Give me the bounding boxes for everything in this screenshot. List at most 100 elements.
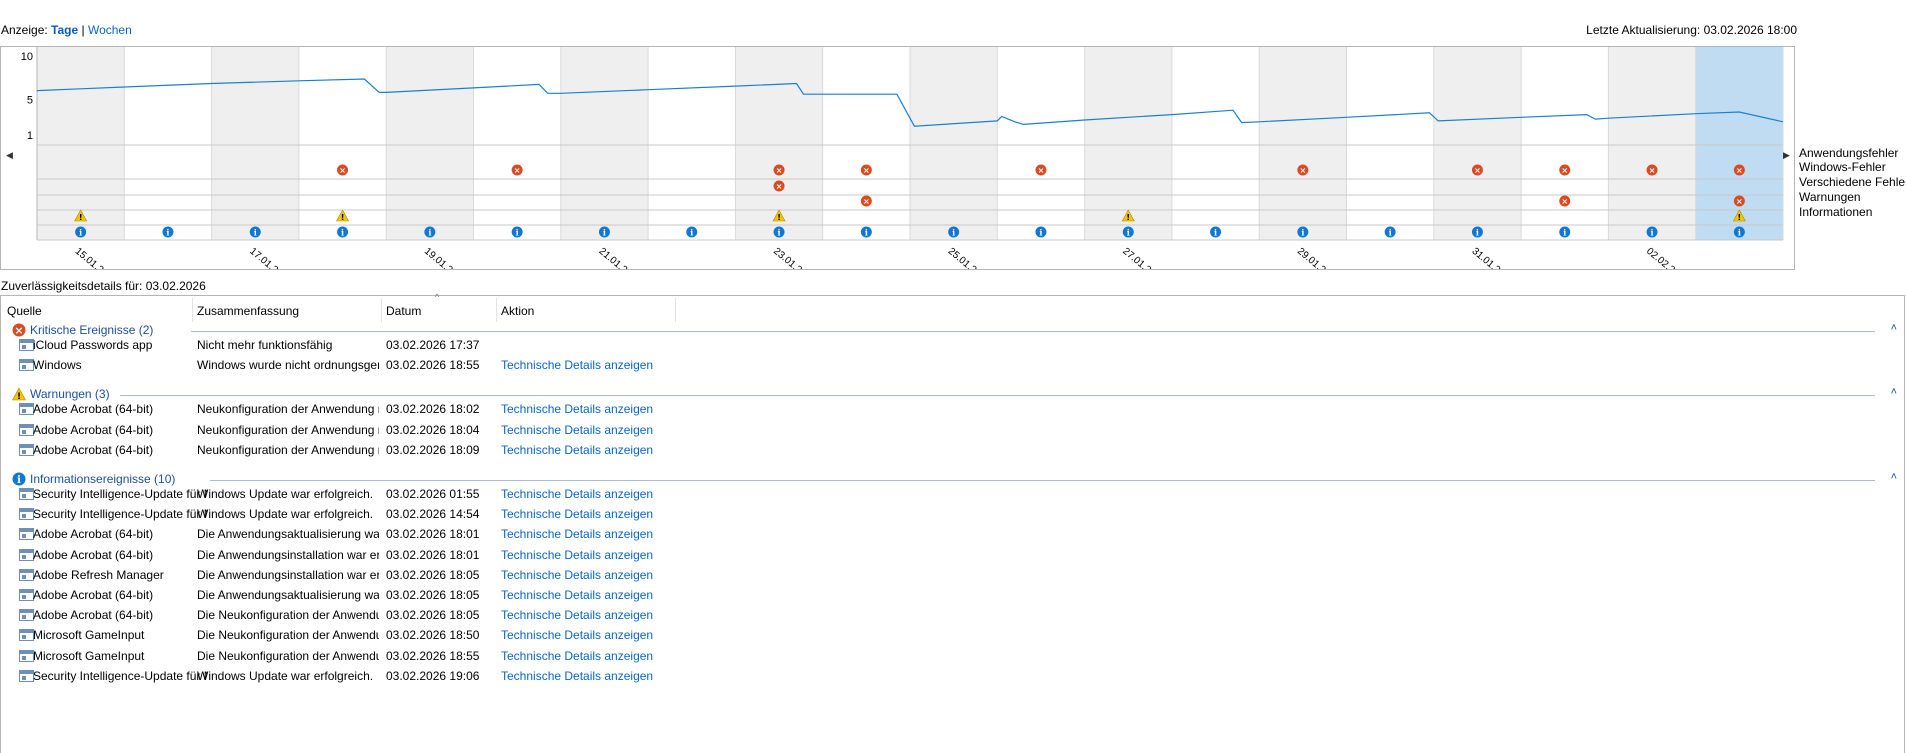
column-header-summary[interactable]: Zusammenfassung	[197, 304, 299, 318]
application-icon	[19, 359, 34, 372]
error-marker-glyph: ×	[1649, 166, 1656, 175]
error-marker-glyph: ×	[776, 166, 783, 175]
technical-details-link[interactable]: Technische Details anzeigen	[501, 443, 653, 457]
technical-details-link[interactable]: Technische Details anzeigen	[501, 423, 653, 437]
table-row[interactable]: Security Intelligence-Update für M... Win…	[1, 666, 1881, 686]
table-row[interactable]: Adobe Acrobat (64-bit) Die Anwendungsinst…	[1, 545, 1881, 565]
day-column	[1346, 47, 1434, 240]
cell-source: Adobe Acrobat (64-bit)	[33, 547, 154, 562]
group-divider-line	[190, 331, 1875, 332]
error-marker-glyph: ×	[1736, 166, 1743, 175]
day-column	[910, 47, 998, 240]
table-row[interactable]: Adobe Acrobat (64-bit) Neukonfiguration d…	[1, 440, 1881, 460]
technical-details-link[interactable]: Technische Details anzeigen	[501, 527, 653, 541]
collapse-chevron-icon[interactable]: ˄	[1891, 322, 1897, 334]
info-marker-glyph: i	[1301, 228, 1304, 238]
technical-details-link[interactable]: Technische Details anzeigen	[501, 628, 653, 642]
column-header-action[interactable]: Aktion	[501, 304, 534, 318]
application-icon	[19, 589, 34, 601]
table-row[interactable]: iCloud Passwords app Nicht mehr funktions…	[1, 335, 1881, 355]
table-row[interactable]: Security Intelligence-Update für M... Win…	[1, 484, 1881, 504]
day-column	[124, 47, 212, 240]
table-row[interactable]: Adobe Acrobat (64-bit) Die Neukonfigurati…	[1, 605, 1881, 625]
error-marker-glyph: ×	[1561, 166, 1568, 175]
technical-details-link[interactable]: Technische Details anzeigen	[501, 402, 653, 416]
x-tick-label: 23.01.2026	[771, 246, 817, 269]
y-tick-label: 10	[21, 51, 33, 63]
cell-summary: Die Anwendungsaktualisierung war erf...	[197, 527, 379, 542]
collapse-chevron-icon[interactable]: ˄	[1891, 386, 1897, 398]
table-row[interactable]: Microsoft GameInput Die Neukonfiguration …	[1, 625, 1881, 645]
cell-date: 03.02.2026 01:55	[386, 487, 480, 501]
table-row[interactable]: Adobe Acrobat (64-bit) Neukonfiguration d…	[1, 399, 1881, 419]
technical-details-link[interactable]: Technische Details anzeigen	[501, 568, 653, 582]
technical-details-link[interactable]: Technische Details anzeigen	[501, 649, 653, 663]
legend-label: Anwendungsfehler	[1799, 146, 1899, 160]
legend-label: Warnungen	[1799, 190, 1861, 204]
view-days-link[interactable]: Tage	[51, 23, 78, 37]
collapse-chevron-icon[interactable]: ˄	[1891, 471, 1897, 483]
view-weeks-link[interactable]: Wochen	[88, 23, 132, 37]
cell-date: 03.02.2026 18:55	[386, 648, 480, 663]
cell-summary: Die Neukonfiguration der Anwendung ...	[197, 648, 379, 663]
info-marker-glyph: i	[865, 228, 868, 238]
column-header-source[interactable]: Quelle	[7, 304, 42, 318]
info-marker-glyph: i	[79, 228, 82, 238]
application-icon	[19, 568, 34, 581]
x-tick-label: 21.01.2026	[597, 246, 643, 269]
table-row[interactable]: Security Intelligence-Update für M... Win…	[1, 504, 1881, 524]
cell-source: Adobe Acrobat (64-bit)	[33, 527, 154, 542]
info-marker-glyph: i	[603, 228, 606, 238]
day-column	[648, 47, 736, 240]
cell-source: Adobe Acrobat (64-bit)	[33, 588, 154, 602]
application-icon	[19, 403, 34, 416]
cell-date: 03.02.2026 18:05	[386, 588, 480, 602]
column-divider[interactable]	[192, 298, 193, 322]
table-row[interactable]: Adobe Refresh Manager Die Anwendungsinsta…	[1, 565, 1881, 585]
cell-summary: Windows Update war erfolgreich.	[197, 507, 374, 522]
cell-source: Adobe Acrobat (64-bit)	[33, 442, 154, 457]
technical-details-link[interactable]: Technische Details anzeigen	[501, 548, 653, 562]
cell-source: Adobe Acrobat (64-bit)	[33, 422, 154, 437]
legend-label: Informationen	[1799, 205, 1873, 219]
cell-date: 03.02.2026 19:06	[386, 668, 480, 683]
column-header-date[interactable]: Datum	[386, 304, 421, 318]
table-row[interactable]: Adobe Acrobat (64-bit) Neukonfiguration d…	[1, 420, 1881, 440]
technical-details-link[interactable]: Technische Details anzeigen	[501, 588, 653, 602]
application-icon	[19, 629, 34, 642]
technical-details-link[interactable]: Technische Details anzeigen	[501, 669, 653, 683]
cell-source: Security Intelligence-Update für M...	[33, 507, 207, 522]
sort-ascending-icon: ^	[435, 292, 440, 302]
day-column	[1259, 47, 1347, 240]
cell-date: 03.02.2026 18:09	[386, 442, 480, 457]
cell-date: 03.02.2026 18:01	[386, 527, 480, 542]
error-marker-glyph: ×	[863, 197, 870, 206]
technical-details-link[interactable]: Technische Details anzeigen	[501, 507, 653, 521]
application-icon	[19, 609, 34, 622]
cell-date: 03.02.2026 18:05	[386, 608, 480, 623]
table-row[interactable]: Adobe Acrobat (64-bit) Die Anwendungsaktu…	[1, 585, 1881, 605]
scroll-right-arrow-icon[interactable]: ▶	[1783, 150, 1790, 161]
table-row[interactable]: Microsoft GameInput Die Neukonfiguration …	[1, 646, 1881, 666]
cell-date: 03.02.2026 18:02	[386, 402, 480, 417]
reliability-chart[interactable]: 10 5 1 × × × × × × × × × × × × × ×!!!!! i i i i i i i i i i i i i i i i i…	[0, 46, 1795, 270]
table-row[interactable]: Windows Windows wurde nicht ordnungsgemäß…	[1, 355, 1881, 375]
column-divider[interactable]	[496, 298, 497, 322]
error-marker-glyph: ×	[339, 166, 346, 175]
application-icon	[19, 649, 34, 662]
technical-details-link[interactable]: Technische Details anzeigen	[501, 358, 653, 372]
cell-source: Adobe Acrobat (64-bit)	[33, 402, 154, 417]
cell-source: Security Intelligence-Update für M...	[33, 668, 207, 683]
error-marker-glyph: ×	[514, 166, 521, 175]
column-divider[interactable]	[675, 298, 676, 322]
x-tick-label: 25.01.2026	[946, 246, 992, 269]
table-row[interactable]: Adobe Acrobat (64-bit) Die Anwendungsaktu…	[1, 524, 1881, 544]
day-column	[560, 47, 649, 240]
column-divider[interactable]	[381, 298, 382, 322]
x-tick-label: 27.01.2026	[1120, 246, 1166, 269]
technical-details-link[interactable]: Technische Details anzeigen	[501, 608, 653, 622]
scroll-left-arrow-icon[interactable]: ◀	[6, 150, 13, 161]
x-tick-label: 15.01.2026	[73, 246, 119, 269]
info-marker-glyph: i	[1127, 228, 1130, 238]
technical-details-link[interactable]: Technische Details anzeigen	[501, 487, 653, 501]
